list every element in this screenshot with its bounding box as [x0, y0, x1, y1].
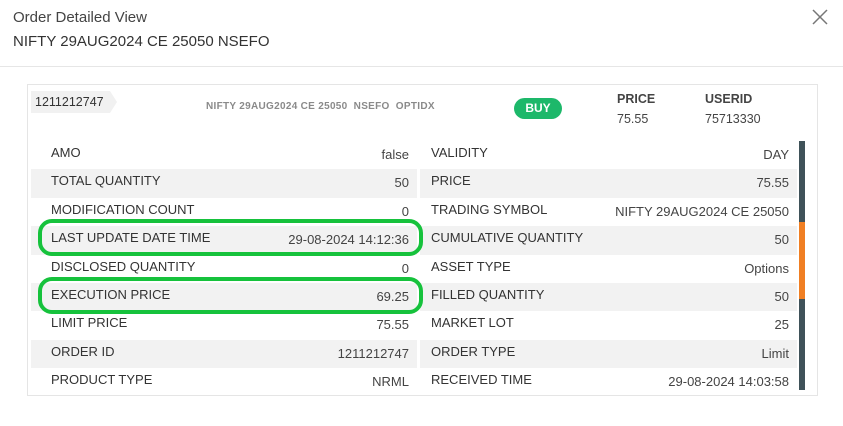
- highlight-last-update: [38, 219, 423, 256]
- detail-value: 25: [774, 317, 789, 333]
- detail-value: 50: [774, 232, 789, 248]
- detail-key: FILLED QUANTITY: [431, 286, 545, 302]
- header-divider: [0, 66, 843, 67]
- detail-value: 50: [394, 175, 409, 191]
- detail-cell-right: TRADING SYMBOL NIFTY 29AUG2024 CE 25050: [420, 198, 797, 226]
- detail-key: RECEIVED TIME: [431, 372, 532, 388]
- detail-value: 75.55: [756, 175, 789, 191]
- detail-key: PRICE: [431, 173, 471, 189]
- price-label: PRICE: [617, 92, 656, 106]
- detail-cell-right: MARKET LOT 25: [420, 311, 797, 339]
- detail-key: VALIDITY: [431, 145, 488, 160]
- detail-key: TOTAL QUANTITY: [51, 173, 161, 189]
- detail-cell-left: ORDER ID 1211212747: [31, 339, 417, 369]
- detail-key: DISCLOSED QUANTITY: [51, 258, 196, 274]
- detail-value: 0: [401, 203, 409, 219]
- dialog-title: Order Detailed View: [13, 9, 147, 26]
- userid-value: 75713330: [705, 112, 761, 126]
- detail-value: 50: [774, 288, 789, 304]
- detail-row: TOTAL QUANTITY 50 PRICE 75.55: [31, 169, 797, 198]
- detail-cell-left: TOTAL QUANTITY 50: [31, 169, 417, 198]
- detail-cell-right: PRICE 75.55: [420, 169, 797, 198]
- order-id-tag: 1211212747: [31, 91, 117, 113]
- detail-value: NIFTY 29AUG2024 CE 25050: [615, 203, 789, 219]
- detail-value: 75.55: [376, 317, 409, 333]
- detail-row: ORDER ID 1211212747 ORDER TYPE Limit: [31, 339, 797, 369]
- detail-key: MODIFICATION COUNT: [51, 201, 195, 217]
- detail-row: PRODUCT TYPE NRML RECEIVED TIME 29-08-2024 …: [31, 368, 797, 396]
- detail-cell-right: VALIDITY DAY: [420, 141, 797, 169]
- detail-value: NRML: [372, 374, 409, 390]
- highlight-execution-price: [38, 277, 423, 314]
- detail-value: 1211212747: [337, 345, 409, 361]
- order-details-grid: AMO false VALIDITY DAY TOTAL QUANTITY 50 PRICE…: [31, 141, 797, 397]
- detail-row: LIMIT PRICE 75.55 MARKET LOT 25: [31, 311, 797, 339]
- detail-key: AMO: [51, 145, 81, 160]
- detail-key: PRODUCT TYPE: [51, 372, 153, 388]
- detail-cell-left: LIMIT PRICE 75.55: [31, 311, 417, 339]
- detail-value: false: [381, 147, 409, 162]
- detail-cell-right: CUMULATIVE QUANTITY 50: [420, 226, 797, 255]
- detail-cell-left: AMO false: [31, 141, 417, 169]
- dialog-header: Order Detailed View NIFTY 29AUG2024 CE 2…: [13, 8, 270, 51]
- detail-cell-right: ASSET TYPE Options: [420, 255, 797, 283]
- detail-cell-left: PRODUCT TYPE NRML: [31, 368, 417, 396]
- detail-key: ORDER TYPE: [431, 343, 516, 359]
- detail-key: MARKET LOT: [431, 315, 514, 331]
- detail-value: Options: [744, 260, 789, 276]
- detail-key: CUMULATIVE QUANTITY: [431, 230, 584, 246]
- detail-cell-right: RECEIVED TIME 29-08-2024 14:03:58: [420, 368, 797, 396]
- order-summary: 1211212747 NIFTY 29AUG2024 CE 25050 NSEF…: [28, 85, 817, 137]
- userid-label: USERID: [705, 92, 753, 106]
- dialog-subtitle: NIFTY 29AUG2024 CE 25050 NSEFO: [13, 33, 270, 50]
- detail-row: AMO false VALIDITY DAY: [31, 141, 797, 169]
- detail-key: TRADING SYMBOL: [431, 201, 548, 217]
- detail-cell-right: ORDER TYPE Limit: [420, 339, 797, 369]
- detail-value: Limit: [761, 345, 789, 361]
- detail-key: ORDER ID: [51, 343, 115, 359]
- detail-value: 29-08-2024 14:03:58: [668, 374, 789, 390]
- detail-value: DAY: [763, 147, 789, 162]
- price-value: 75.55: [617, 112, 649, 126]
- order-symbol: NIFTY 29AUG2024 CE 25050 NSEFO OPTIDX: [206, 101, 435, 112]
- detail-key: ASSET TYPE: [431, 258, 511, 274]
- status-bar: [799, 141, 805, 390]
- close-icon[interactable]: [811, 8, 829, 26]
- side-badge: BUY: [514, 98, 562, 119]
- detail-value: 0: [401, 260, 409, 276]
- detail-cell-right: FILLED QUANTITY 50: [420, 282, 797, 312]
- detail-key: LIMIT PRICE: [51, 315, 128, 331]
